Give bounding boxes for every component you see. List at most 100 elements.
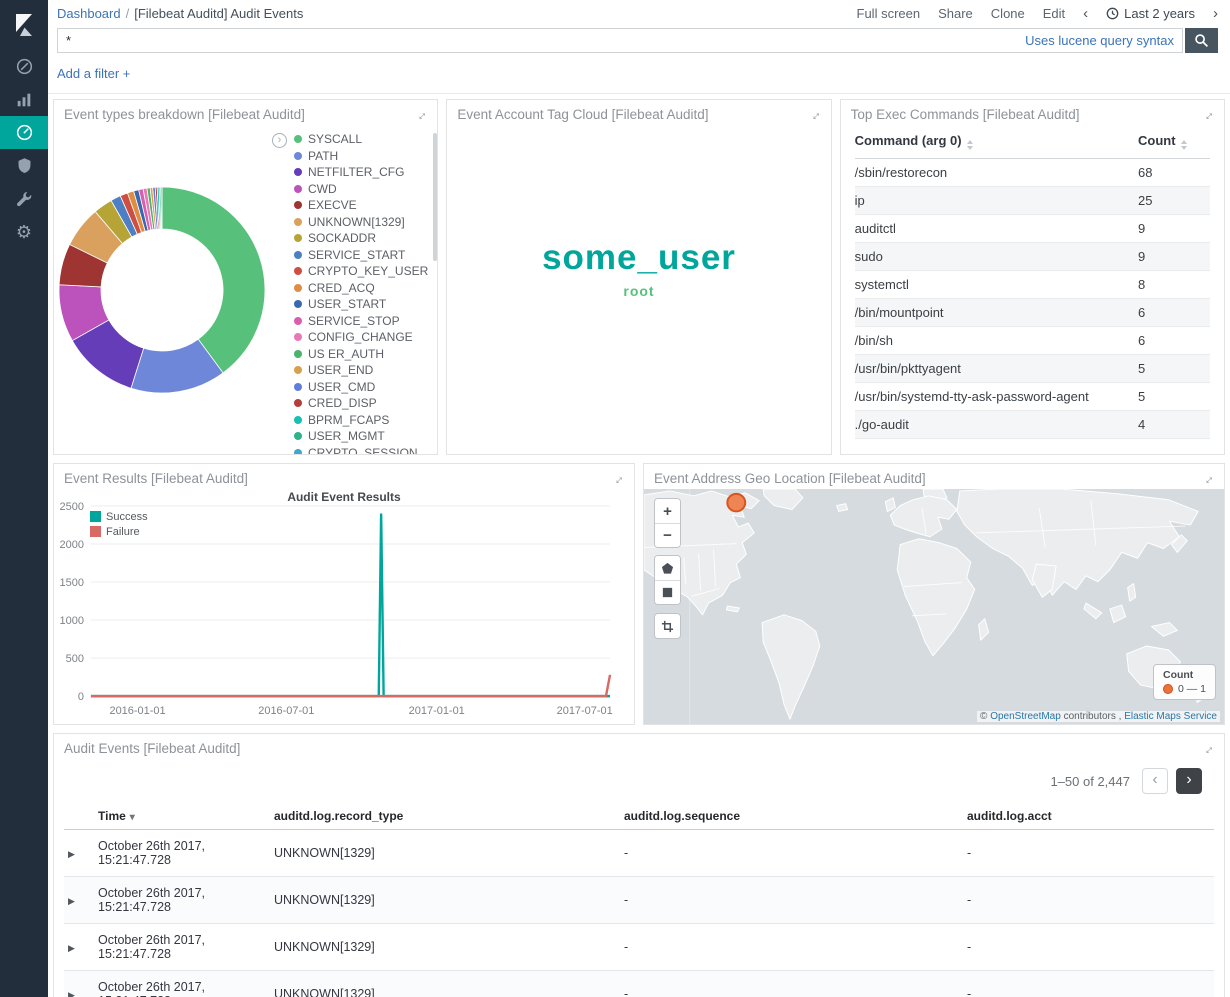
tag-word[interactable]: root (623, 284, 654, 298)
geo-legend: Count 0 — 1 (1153, 664, 1216, 700)
expand-panel-icon[interactable]: ↔ (1198, 468, 1218, 488)
exec-column-header[interactable]: Count (1138, 125, 1210, 159)
exec-table-row[interactable]: /bin/sh6 (855, 327, 1210, 355)
breadcrumb-dashboard-link[interactable]: Dashboard (57, 6, 121, 21)
legend-swatch-icon (294, 152, 302, 160)
breadcrumb: Dashboard / [Filebeat Auditd] Audit Even… (57, 6, 303, 21)
legend-item[interactable]: US ER_AUTH (294, 346, 428, 363)
clone-button[interactable]: Clone (991, 6, 1025, 21)
panel-title: Event Account Tag Cloud [Filebeat Auditd… (457, 107, 708, 122)
kibana-logo[interactable] (0, 0, 48, 50)
exec-table-row[interactable]: /usr/bin/pkttyagent5 (855, 355, 1210, 383)
expand-panel-icon[interactable]: ↔ (1198, 104, 1218, 124)
legend-item[interactable]: CRYPTO_SESSION (294, 445, 428, 456)
audit-column-header[interactable]: auditd.log.acct (963, 803, 1214, 830)
legend-item[interactable]: UNKNOWN[1329] (294, 214, 428, 231)
zoom-in-button[interactable]: + (655, 499, 680, 523)
tag-word[interactable]: some_user (542, 240, 736, 275)
sidebar-item-discover[interactable] (0, 50, 48, 83)
legend-label: CONFIG_CHANGE (308, 330, 413, 344)
share-button[interactable]: Share (938, 6, 973, 21)
geo-legend-entry: 0 — 1 (1163, 683, 1206, 695)
exec-table-row[interactable]: systemctl8 (855, 271, 1210, 299)
audit-column-header[interactable]: auditd.log.record_type (270, 803, 620, 830)
exec-table-row[interactable]: ./go-audit4 (855, 411, 1210, 439)
search-button[interactable] (1185, 28, 1218, 53)
full-screen-button[interactable]: Full screen (857, 6, 921, 21)
legend-item[interactable]: CRYPTO_KEY_USER (294, 263, 428, 280)
legend-item[interactable]: USER_CMD (294, 379, 428, 396)
legend-item[interactable]: USER_MGMT (294, 428, 428, 445)
sidebar-item-visualize[interactable] (0, 83, 48, 116)
exec-table-row[interactable]: /usr/bin/systemd-tty-ask-password-agent5 (855, 383, 1210, 411)
exec-table-row[interactable]: ip25 (855, 187, 1210, 215)
exec-table-row[interactable]: sudo9 (855, 243, 1210, 271)
expand-panel-icon[interactable]: ↔ (608, 468, 628, 488)
edit-button[interactable]: Edit (1043, 6, 1065, 21)
draw-rectangle-button[interactable] (655, 580, 680, 604)
legend-item[interactable]: CRED_DISP (294, 395, 428, 412)
legend-item[interactable]: CRED_ACQ (294, 280, 428, 297)
audit-column-header[interactable]: auditd.log.sequence (620, 803, 963, 830)
exec-table-row[interactable]: auditctl9 (855, 215, 1210, 243)
legend-item[interactable]: CWD (294, 181, 428, 198)
legend-item[interactable]: SOCKADDR (294, 230, 428, 247)
legend-item[interactable]: BPRM_FCAPS (294, 412, 428, 429)
legend-label: SOCKADDR (308, 231, 376, 245)
exec-column-header[interactable]: Command (arg 0) (855, 125, 1138, 159)
query-input[interactable] (66, 33, 1017, 48)
y-tick-label: 1000 (60, 615, 84, 627)
expand-panel-icon[interactable]: ↔ (411, 104, 431, 124)
legend-item[interactable]: NETFILTER_CFG (294, 164, 428, 181)
panel-tag-cloud: Event Account Tag Cloud [Filebeat Auditd… (446, 99, 831, 455)
legend-item[interactable]: SYSCALL (294, 131, 428, 148)
legend-item[interactable]: USER_END (294, 362, 428, 379)
next-page-button[interactable]: › (1176, 768, 1202, 794)
ems-link[interactable]: Elastic Maps Service (1124, 711, 1217, 722)
zoom-out-button[interactable]: − (655, 523, 680, 547)
exec-table-row[interactable]: /bin/mountpoint6 (855, 299, 1210, 327)
sidebar-item-dashboard[interactable] (0, 116, 48, 149)
expand-panel-icon[interactable]: ↔ (1198, 738, 1218, 758)
top-exec-table: Command (arg 0)Count /sbin/restorecon68i… (855, 125, 1210, 439)
row-expand-icon[interactable]: ▶ (68, 896, 75, 906)
add-filter-button[interactable]: Add a filter + (57, 66, 130, 81)
legend-swatch-icon (294, 168, 302, 176)
row-expand-icon[interactable]: ▶ (68, 990, 75, 997)
row-expand-icon[interactable]: ▶ (68, 849, 75, 859)
series-line[interactable] (91, 513, 610, 696)
legend-item[interactable]: USER_START (294, 296, 428, 313)
expand-panel-icon[interactable]: ↔ (804, 104, 824, 124)
row-expand-icon[interactable]: ▶ (68, 943, 75, 953)
sidebar-item-security[interactable] (0, 149, 48, 182)
legend-item[interactable]: CONFIG_CHANGE (294, 329, 428, 346)
exec-table-row[interactable]: /sbin/restorecon68 (855, 159, 1210, 187)
legend-item[interactable]: SERVICE_STOP (294, 313, 428, 330)
time-back-icon[interactable]: ‹ (1083, 6, 1088, 21)
time-picker-button[interactable]: Last 2 years (1106, 6, 1195, 21)
geo-point-marker[interactable] (727, 494, 745, 512)
legend-item[interactable]: PATH (294, 148, 428, 165)
panel-event-results: Event Results [Filebeat Auditd] ↔ Audit … (53, 463, 635, 725)
panel-geo-map: Event Address Geo Location [Filebeat Aud… (643, 463, 1225, 725)
legend-label: CWD (308, 182, 337, 196)
legend-item[interactable]: SERVICE_START (294, 247, 428, 264)
legend-scrollbar[interactable] (433, 133, 437, 261)
fit-bounds-button[interactable] (655, 614, 680, 638)
osm-link[interactable]: OpenStreetMap (990, 711, 1061, 722)
time-forward-icon[interactable]: › (1213, 6, 1218, 21)
audit-column-header[interactable]: Time▾ (94, 803, 270, 830)
pie-slice[interactable] (161, 187, 162, 229)
series-line[interactable] (91, 675, 610, 696)
legend-swatch-icon (294, 201, 302, 209)
geo-map[interactable]: + − (644, 489, 1224, 724)
query-bar: Uses lucene query syntax (48, 27, 1230, 54)
lucene-syntax-link[interactable]: Uses lucene query syntax (1025, 33, 1174, 48)
sidebar-item-management[interactable]: ⚙ (0, 215, 48, 248)
legend-item[interactable]: EXECVE (294, 197, 428, 214)
pie-slice[interactable] (162, 187, 265, 373)
prev-page-button[interactable]: ‹ (1142, 768, 1168, 794)
sidebar-item-dev-tools[interactable] (0, 182, 48, 215)
legend-toggle-icon[interactable]: › (272, 133, 287, 148)
draw-polygon-button[interactable] (655, 556, 680, 580)
